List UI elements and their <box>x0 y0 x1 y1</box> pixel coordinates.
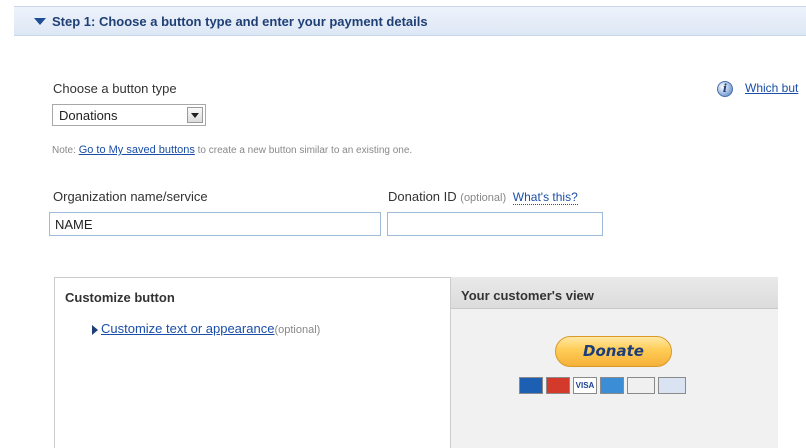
step-title: Step 1: Choose a button type and enter y… <box>52 14 428 29</box>
customize-optional: (optional) <box>274 324 321 336</box>
discover-card-icon <box>627 377 655 394</box>
maestro-card-icon <box>519 377 543 394</box>
customize-text-link[interactable]: Customize text or appearance <box>101 321 274 336</box>
donation-id-label-group: Donation ID (optional) What's this? <box>388 189 578 205</box>
customize-link-group: Customize text or appearance(optional) <box>101 321 320 336</box>
visa-card-icon: VISA <box>573 377 597 394</box>
expand-arrow-icon[interactable] <box>92 325 98 335</box>
chevron-down-icon[interactable] <box>187 107 203 123</box>
donation-id-input[interactable] <box>387 212 603 236</box>
step-header[interactable]: Step 1: Choose a button type and enter y… <box>14 6 806 36</box>
note-prefix: Note: <box>52 145 79 156</box>
button-type-label: Choose a button type <box>53 81 177 96</box>
note-suffix: to create a new button similar to an exi… <box>194 145 413 156</box>
organization-input[interactable] <box>49 212 381 236</box>
saved-buttons-note: Note: Go to My saved buttons to create a… <box>52 144 412 156</box>
which-button-help-link[interactable]: Which but <box>745 81 798 95</box>
saved-buttons-link[interactable]: Go to My saved buttons <box>79 144 195 156</box>
button-type-value: Donations <box>59 108 118 123</box>
mastercard-card-icon <box>546 377 570 394</box>
bank-card-icon <box>658 377 686 394</box>
button-type-select[interactable]: Donations <box>52 104 206 126</box>
amex-card-icon <box>600 377 624 394</box>
collapse-arrow-icon[interactable] <box>34 18 46 25</box>
info-icon[interactable]: i <box>717 81 733 97</box>
organization-label: Organization name/service <box>53 189 208 204</box>
donate-button[interactable]: Donate <box>555 336 672 367</box>
customer-view-title: Your customer's view <box>461 288 594 303</box>
customize-button-title: Customize button <box>65 290 175 305</box>
donation-id-label: Donation ID <box>388 189 457 204</box>
donation-id-optional: (optional) <box>460 192 507 204</box>
whats-this-link[interactable]: What's this? <box>512 190 578 205</box>
